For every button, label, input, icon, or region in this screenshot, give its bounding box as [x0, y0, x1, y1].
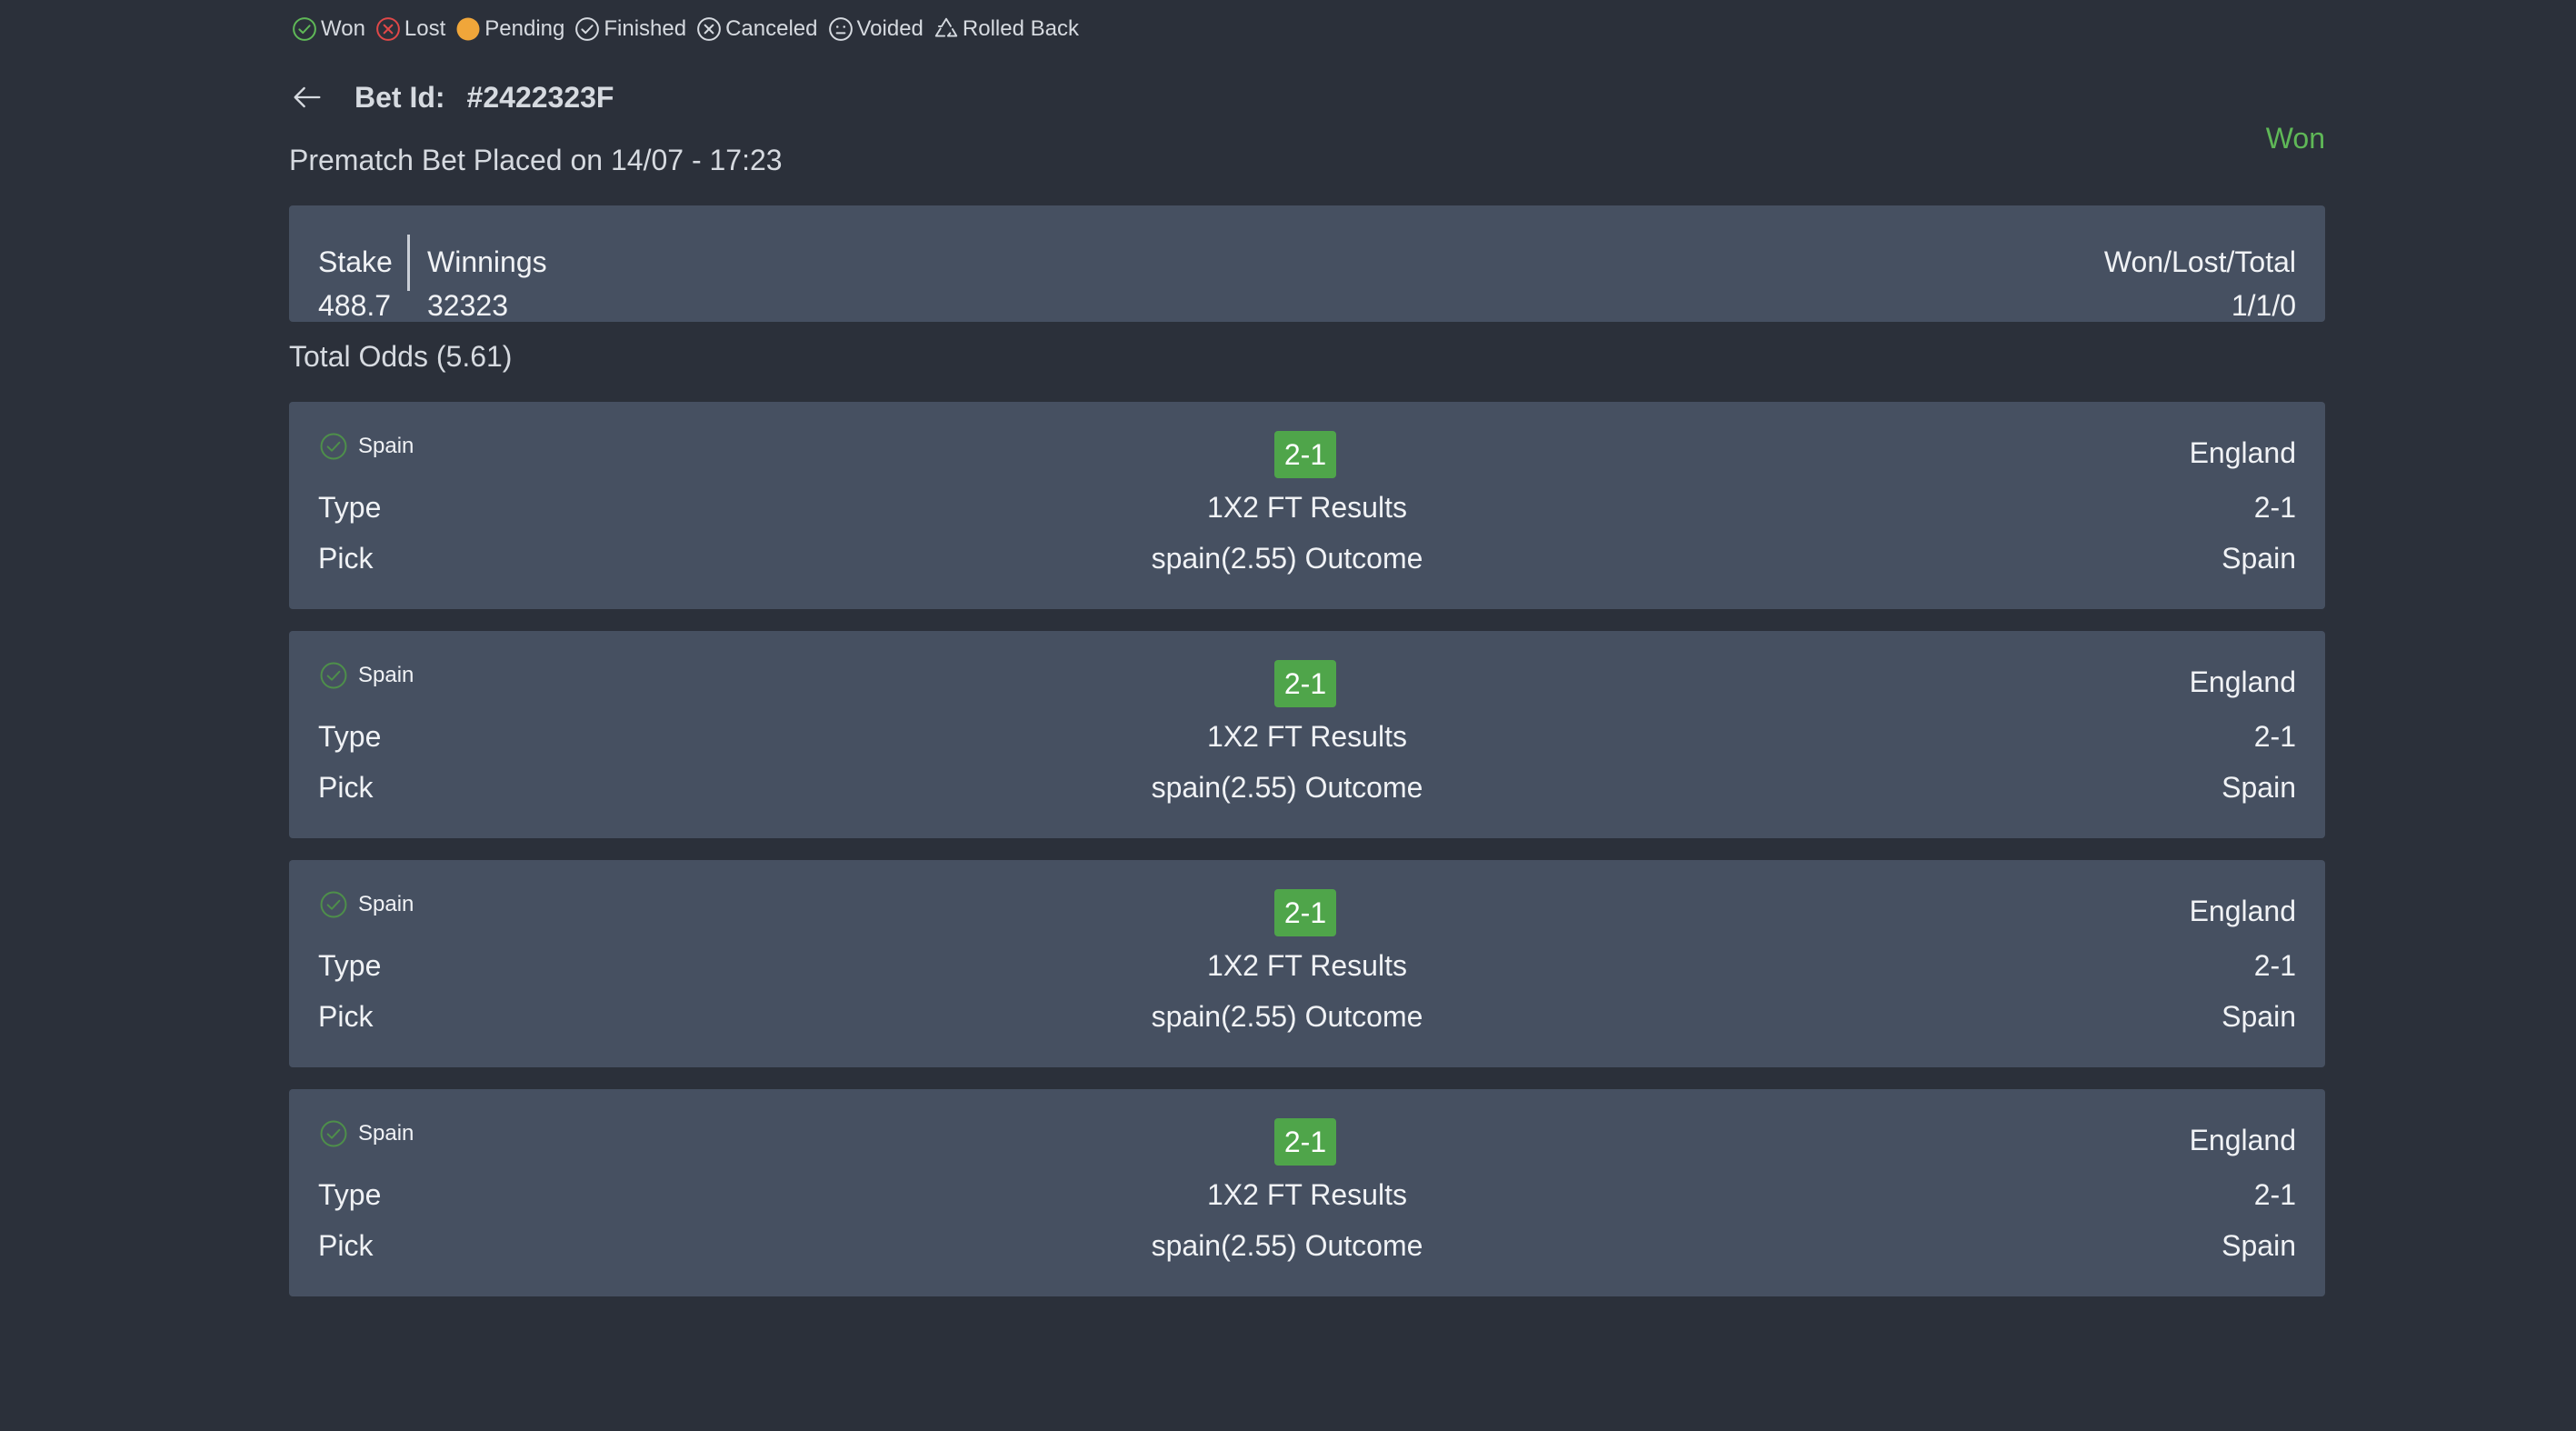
- pick-result: Spain: [2222, 1000, 2296, 1033]
- stake-label: Stake: [318, 245, 393, 278]
- opponent-name: England: [2189, 436, 2296, 469]
- stake-block: Stake 488.7: [318, 240, 393, 327]
- pick-result: Spain: [2222, 771, 2296, 804]
- score-badge: 2-1: [1274, 660, 1336, 707]
- selection-card: Spain 2-1 England Type 1X2 FT Results 2-…: [289, 1089, 2325, 1296]
- pick-value: spain(2.55) Outcome: [1151, 542, 1423, 575]
- total-odds: Total Odds (5.61): [289, 340, 513, 373]
- legend-item-pending: Pending: [454, 15, 564, 43]
- selection-card: Spain 2-1 England Type 1X2 FT Results 2-…: [289, 402, 2325, 609]
- selection-team: Spain: [318, 431, 414, 462]
- pick-result: Spain: [2222, 1229, 2296, 1262]
- winnings-block: Winnings 32323: [427, 240, 547, 327]
- x-circle-icon: [376, 17, 400, 41]
- check-circle-icon: [293, 17, 316, 41]
- legend-item-canceled: Canceled: [695, 15, 818, 43]
- type-result: 2-1: [2253, 720, 2296, 753]
- legend-item-voided: Voided: [827, 15, 924, 43]
- bet-id-value: #2422323F: [466, 80, 614, 114]
- check-circle-icon: [320, 433, 347, 460]
- type-result: 2-1: [2253, 491, 2296, 524]
- team-name: Spain: [358, 663, 414, 687]
- check-circle-icon: [320, 1120, 347, 1147]
- bet-status: Won: [2265, 122, 2325, 155]
- neutral-face-icon: [828, 17, 853, 41]
- legend-label: Finished: [604, 16, 687, 41]
- winnings-label: Winnings: [427, 245, 547, 278]
- bet-placed-info: Prematch Bet Placed on 14/07 - 17:23: [289, 144, 783, 176]
- team-name: Spain: [358, 892, 414, 916]
- type-result: 2-1: [2253, 949, 2296, 982]
- selection-card: Spain 2-1 England Type 1X2 FT Results 2-…: [289, 860, 2325, 1067]
- legend-label: Canceled: [725, 16, 818, 41]
- legend-item-lost: Lost: [374, 15, 445, 43]
- selection-card: Spain 2-1 England Type 1X2 FT Results 2-…: [289, 631, 2325, 838]
- legend-label: Rolled Back: [962, 16, 1079, 41]
- winnings-value: 32323: [427, 289, 508, 322]
- stake-value: 488.7: [318, 289, 392, 322]
- opponent-name: England: [2189, 665, 2296, 698]
- legend-label: Lost: [404, 16, 446, 41]
- check-circle-icon: [575, 17, 600, 41]
- won-lost-total-value: 1/1/0: [2231, 289, 2296, 322]
- filled-circle-icon: [456, 17, 480, 41]
- status-legend: Won Lost Pending Finished Canceled Voide…: [291, 13, 1088, 45]
- score-badge: 2-1: [1274, 431, 1336, 478]
- bet-id-label: Bet Id:: [354, 80, 445, 114]
- check-circle-icon: [320, 662, 347, 689]
- score-badge: 2-1: [1274, 889, 1336, 936]
- legend-item-finished: Finished: [574, 15, 686, 43]
- type-value: 1X2 FT Results: [1207, 1178, 1407, 1211]
- opponent-name: England: [2189, 1124, 2296, 1156]
- type-value: 1X2 FT Results: [1207, 949, 1407, 982]
- pick-value: spain(2.55) Outcome: [1151, 771, 1423, 804]
- bet-header: Bet Id: #2422323F: [289, 75, 614, 120]
- selection-team: Spain: [318, 660, 414, 691]
- pick-result: Spain: [2222, 542, 2296, 575]
- selection-team: Spain: [318, 1118, 414, 1149]
- team-name: Spain: [358, 1121, 414, 1146]
- back-arrow-icon[interactable]: [289, 79, 325, 115]
- bet-summary-card: Stake 488.7 Winnings 32323 Won/Lost/Tota…: [289, 205, 2325, 322]
- type-value: 1X2 FT Results: [1207, 720, 1407, 753]
- check-circle-icon: [320, 891, 347, 918]
- recycle-icon: [934, 17, 958, 37]
- legend-label: Voided: [856, 16, 924, 41]
- legend-label: Pending: [484, 16, 565, 41]
- type-value: 1X2 FT Results: [1207, 491, 1407, 524]
- legend-item-won: Won: [291, 15, 365, 43]
- won-lost-total-block: Won/Lost/Total 1/1/0: [2104, 240, 2296, 327]
- pick-value: spain(2.55) Outcome: [1151, 1229, 1423, 1262]
- pick-value: spain(2.55) Outcome: [1151, 1000, 1423, 1033]
- selection-team: Spain: [318, 889, 414, 920]
- legend-label: Won: [321, 16, 365, 41]
- opponent-name: England: [2189, 895, 2296, 927]
- legend-item-rolled-back: Rolled Back: [933, 15, 1079, 43]
- x-circle-icon: [697, 17, 721, 41]
- type-result: 2-1: [2253, 1178, 2296, 1211]
- score-badge: 2-1: [1274, 1118, 1336, 1166]
- team-name: Spain: [358, 434, 414, 458]
- divider: [407, 235, 410, 291]
- won-lost-total-label: Won/Lost/Total: [2103, 245, 2296, 278]
